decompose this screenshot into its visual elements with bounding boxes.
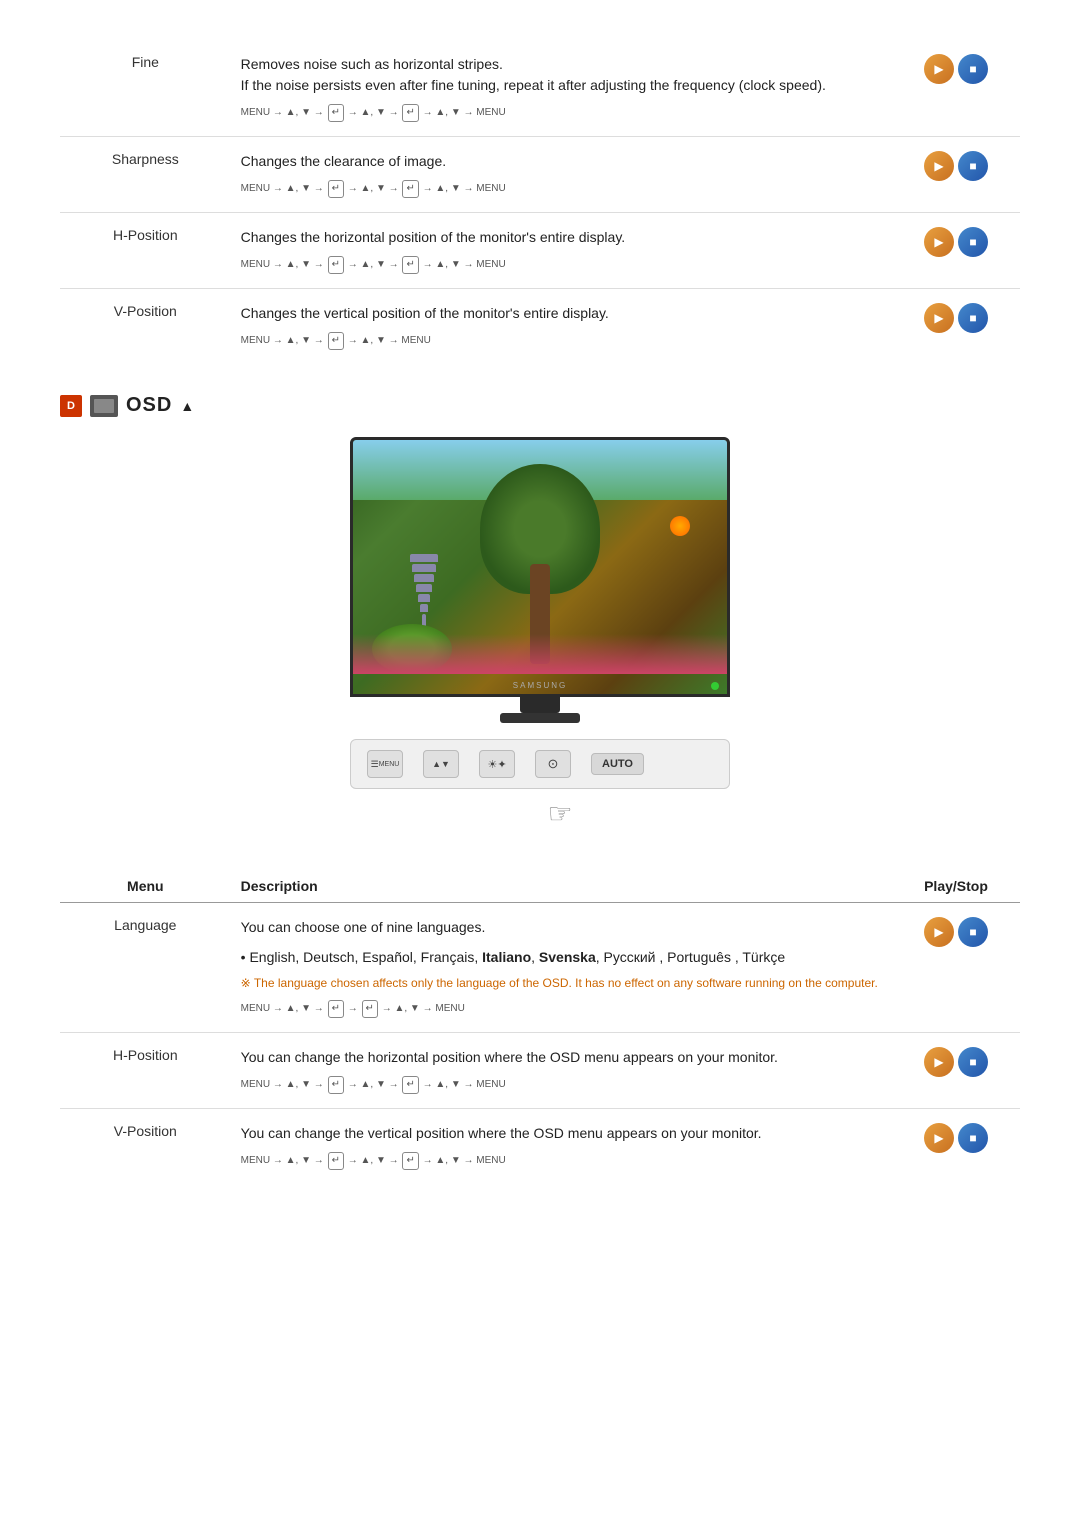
- menu-label: H-Position: [60, 213, 231, 289]
- table-row: Sharpness Changes the clearance of image…: [60, 137, 1020, 213]
- osd-monitor-icon: [90, 395, 118, 417]
- stop-button[interactable]: ■: [958, 303, 988, 333]
- note-text: ※ The language chosen affects only the l…: [241, 974, 882, 992]
- menu-path: MENU → ▲, ▼ → ↵ → ↵ → ▲, ▼ → MENU: [241, 1000, 882, 1018]
- playstop-cell: ▶ ■: [892, 213, 1020, 289]
- control-strip: ☰MENU ▲▼ ☀✦ ⊙ AUTO: [350, 739, 730, 789]
- btn-group: ▶ ■: [902, 54, 1010, 84]
- desc-text: You can change the horizontal position w…: [241, 1047, 882, 1068]
- playstop-cell: ▶ ■: [892, 289, 1020, 365]
- playstop-cell: ▶ ■: [892, 903, 1020, 1033]
- btn-group: ▶ ■: [902, 1123, 1010, 1153]
- desc-cell: Changes the horizontal position of the m…: [231, 213, 892, 289]
- play-button[interactable]: ▶: [924, 151, 954, 181]
- brightness-button-ctrl[interactable]: ☀✦: [479, 750, 515, 778]
- finger-pointer-icon: ☞: [547, 797, 572, 830]
- desc-cell: Changes the clearance of image. MENU → ▲…: [231, 137, 892, 213]
- desc-text: Changes the vertical position of the mon…: [241, 303, 882, 324]
- power-indicator: [711, 682, 719, 690]
- play-button[interactable]: ▶: [924, 54, 954, 84]
- menu-path: MENU → ▲, ▼ → ↵ → ▲, ▼ → ↵ → ▲, ▼ → MENU: [241, 1152, 882, 1170]
- menu-button-ctrl[interactable]: ☰MENU: [367, 750, 403, 778]
- play-button[interactable]: ▶: [924, 1123, 954, 1153]
- stop-button[interactable]: ■: [958, 151, 988, 181]
- stop-button[interactable]: ■: [958, 227, 988, 257]
- desc-cell: You can change the horizontal position w…: [231, 1033, 892, 1109]
- desc-intro: You can choose one of nine languages.: [241, 917, 882, 938]
- menu-label: V-Position: [60, 1109, 231, 1185]
- menu-path: MENU → ▲, ▼ → ↵ → ▲, ▼ → ↵ → ▲, ▼ → MENU: [241, 1076, 882, 1094]
- table-row: Language You can choose one of nine lang…: [60, 903, 1020, 1033]
- btn-group: ▶ ■: [902, 917, 1010, 947]
- menu-path: MENU → ▲, ▼ → ↵ → ▲, ▼ → ↵ → ▲, ▼ → MENU: [241, 256, 882, 274]
- table-row: V-Position Changes the vertical position…: [60, 289, 1020, 365]
- table-row: V-Position You can change the vertical p…: [60, 1109, 1020, 1185]
- osd-section-header: D OSD ▲: [60, 394, 1020, 417]
- top-sections-table: Fine Removes noise such as horizontal st…: [60, 40, 1020, 364]
- desc-cell: Changes the vertical position of the mon…: [231, 289, 892, 365]
- playstop-cell: ▶ ■: [892, 137, 1020, 213]
- monitor-frame: SAMSUNG: [350, 437, 730, 697]
- play-button[interactable]: ▶: [924, 1047, 954, 1077]
- osd-d-icon: D: [60, 395, 82, 417]
- desc-cell: You can choose one of nine languages. • E…: [231, 903, 892, 1033]
- menu-header: Menu: [60, 870, 231, 903]
- btn-group: ▶ ■: [902, 1047, 1010, 1077]
- osd-title: OSD: [126, 394, 172, 417]
- menu-label: Sharpness: [60, 137, 231, 213]
- desc-text: You can change the vertical position whe…: [241, 1123, 882, 1144]
- menu-path: MENU → ▲, ▼ → ↵ → ▲, ▼ → ↵ → ▲, ▼ → MENU: [241, 180, 882, 198]
- playstop-cell: ▶ ■: [892, 1109, 1020, 1185]
- menu-path: MENU → ▲, ▼ → ↵ → ▲, ▼ → ↵ → ▲, ▼ → MENU: [241, 104, 882, 122]
- menu-label: Language: [60, 903, 231, 1033]
- table-row: H-Position Changes the horizontal positi…: [60, 213, 1020, 289]
- menu-label: V-Position: [60, 289, 231, 365]
- menu-label: H-Position: [60, 1033, 231, 1109]
- description-header: Description: [231, 870, 892, 903]
- desc-cell: You can change the vertical position whe…: [231, 1109, 892, 1185]
- monitor-illustration: SAMSUNG ☰MENU ▲▼ ☀✦ ⊙ AUTO ☞: [60, 437, 1020, 830]
- monitor-screen: SAMSUNG: [353, 440, 727, 694]
- monitor-base: [500, 713, 580, 723]
- desc-text: Changes the horizontal position of the m…: [241, 227, 882, 248]
- btn-group: ▶ ■: [902, 151, 1010, 181]
- auto-button-ctrl[interactable]: AUTO: [591, 753, 644, 775]
- desc-text: Removes noise such as horizontal stripes…: [241, 54, 882, 96]
- osd-triangle-icon: ▲: [180, 398, 194, 414]
- monitor-brand-text: SAMSUNG: [513, 681, 567, 690]
- table-row: H-Position You can change the horizontal…: [60, 1033, 1020, 1109]
- desc-cell: Removes noise such as horizontal stripes…: [231, 40, 892, 137]
- play-button[interactable]: ▶: [924, 917, 954, 947]
- playstop-cell: ▶ ■: [892, 1033, 1020, 1109]
- play-button[interactable]: ▶: [924, 227, 954, 257]
- pagoda-decoration: [409, 554, 439, 634]
- playstop-header: Play/Stop: [892, 870, 1020, 903]
- btn-group: ▶ ■: [902, 227, 1010, 257]
- nav-button-ctrl[interactable]: ▲▼: [423, 750, 459, 778]
- menu-label: Fine: [60, 40, 231, 137]
- table-row: Fine Removes noise such as horizontal st…: [60, 40, 1020, 137]
- playstop-cell: ▶ ■: [892, 40, 1020, 137]
- enter-button-ctrl[interactable]: ⊙: [535, 750, 571, 778]
- play-button[interactable]: ▶: [924, 303, 954, 333]
- stop-button[interactable]: ■: [958, 54, 988, 84]
- lang-list: • English, Deutsch, Español, Français, I…: [241, 946, 882, 968]
- stop-button[interactable]: ■: [958, 917, 988, 947]
- btn-group: ▶ ■: [902, 303, 1010, 333]
- stop-button[interactable]: ■: [958, 1047, 988, 1077]
- monitor-stand: [520, 697, 560, 713]
- stop-button[interactable]: ■: [958, 1123, 988, 1153]
- table-header-row: Menu Description Play/Stop: [60, 870, 1020, 903]
- menu-path: MENU → ▲, ▼ → ↵ → ▲, ▼ → MENU: [241, 332, 882, 350]
- desc-text: Changes the clearance of image.: [241, 151, 882, 172]
- bottom-sections-table: Menu Description Play/Stop Language You …: [60, 870, 1020, 1184]
